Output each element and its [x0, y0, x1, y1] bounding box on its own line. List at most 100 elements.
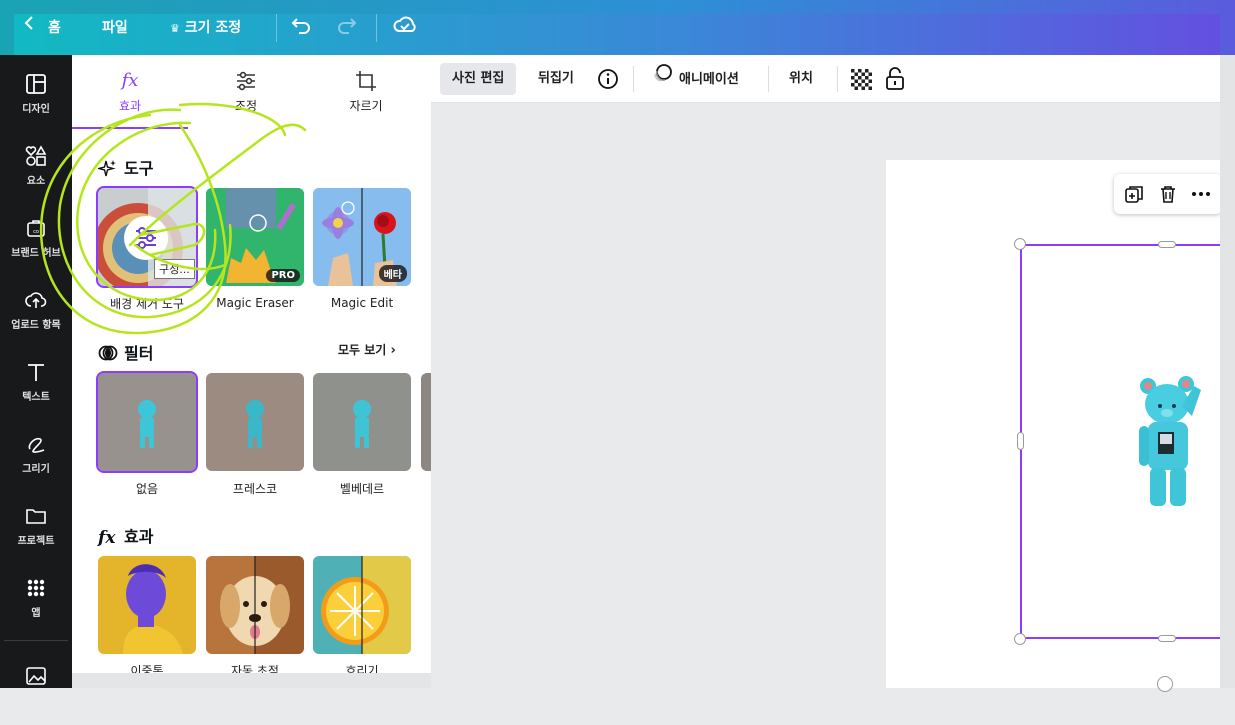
tab-label: 자르기	[349, 99, 383, 113]
edit-photo-button[interactable]: 사진 편집	[440, 63, 517, 95]
filter-thumb[interactable]	[313, 373, 411, 471]
rail-label: 그리기	[22, 464, 50, 475]
effect-thumb-autofocus[interactable]	[206, 556, 304, 654]
canvas-scrollbar[interactable]	[1220, 55, 1235, 688]
resize-handle-top-left[interactable]	[1014, 238, 1026, 250]
cloud-saved-icon[interactable]	[393, 15, 417, 35]
transparency-icon[interactable]	[851, 69, 872, 94]
image-icon	[26, 667, 46, 685]
pro-badge: PRO	[266, 269, 300, 282]
tools-title: 도구	[124, 159, 154, 178]
rail-item-uploads[interactable]: 업로드 항목	[0, 289, 72, 349]
file-menu-button[interactable]: 파일	[102, 17, 128, 37]
beta-badge: 베타	[378, 265, 407, 282]
fx-icon: fx	[121, 70, 139, 91]
flip-button[interactable]: 뒤집기	[526, 63, 586, 95]
effects-title: 효과	[124, 527, 154, 546]
tab-label: 조정	[234, 99, 258, 113]
filter-circles-icon	[98, 343, 118, 367]
duplicate-icon[interactable]	[1124, 184, 1144, 208]
floating-element-menu	[1114, 174, 1222, 214]
rail-label: 텍스트	[22, 392, 50, 403]
sparkles-icon	[96, 159, 118, 181]
effect-thumb-duotone[interactable]	[98, 556, 196, 654]
effect-thumb-blur[interactable]	[313, 556, 411, 654]
filter-label: 없음	[135, 482, 159, 496]
tab-effects[interactable]: fx 효과	[72, 69, 188, 114]
svg-text:co: co	[33, 229, 39, 235]
see-all-label: 모두 보기	[338, 343, 387, 357]
rail-item-draw[interactable]: 그리기	[0, 433, 72, 493]
resize-handle-bottom-left[interactable]	[1014, 633, 1026, 645]
position-button[interactable]: 위치	[777, 63, 825, 95]
edit-photo-panel: fx 효과 조정 자르기 도구 배경 제거 도구 PRO Magic Erase…	[72, 55, 431, 688]
rotate-handle-icon[interactable]	[1157, 676, 1173, 692]
divider	[633, 66, 634, 92]
filters-section-title: 필터	[98, 340, 153, 367]
tab-adjust[interactable]: 조정	[188, 69, 304, 114]
unlock-icon[interactable]	[885, 67, 905, 95]
active-tab-indicator	[72, 127, 188, 129]
rail-label: 프로젝트	[17, 536, 55, 547]
rail-label: 업로드 항목	[11, 320, 61, 331]
tab-crop[interactable]: 자르기	[308, 69, 424, 114]
chevron-right-icon: ›	[390, 343, 396, 358]
tool-label: Magic Eraser	[216, 296, 294, 310]
see-all-filters-link[interactable]: 모두 보기 ›	[338, 341, 396, 358]
top-bar: 홈 파일 ♛ 크기 조정	[0, 0, 1235, 55]
tools-section-title: 도구	[96, 155, 154, 181]
divider	[837, 66, 838, 92]
resize-handle-bottom[interactable]	[1158, 635, 1176, 642]
animate-icon	[653, 63, 673, 96]
filter-label: 프레스코	[232, 482, 278, 496]
tool-label: Magic Edit	[330, 296, 394, 310]
rail-item-brand-hub[interactable]: co 브랜드 허브	[0, 217, 72, 277]
back-chevron-icon[interactable]	[24, 15, 34, 31]
rail-item-design[interactable]: 디자인	[0, 73, 72, 133]
draw-icon	[28, 437, 45, 453]
folder-icon	[26, 509, 46, 524]
apps-icon	[27, 579, 45, 597]
resize-button[interactable]: ♛ 크기 조정	[170, 17, 241, 37]
more-options-icon[interactable]	[1190, 184, 1212, 208]
home-button[interactable]: 홈	[48, 17, 61, 37]
undo-icon[interactable]	[290, 16, 312, 34]
animate-button[interactable]: 애니메이션	[641, 63, 751, 95]
animate-label: 애니메이션	[679, 72, 739, 87]
redo-icon[interactable]	[336, 16, 358, 34]
rail-label: 앱	[31, 608, 41, 619]
rail-item-apps[interactable]: 앱	[0, 577, 72, 637]
rail-label: 디자인	[22, 104, 50, 115]
info-icon[interactable]	[597, 68, 619, 94]
rail-item-photos[interactable]	[0, 665, 72, 725]
rail-item-text[interactable]: 텍스트	[0, 361, 72, 421]
rail-item-projects[interactable]: 프로젝트	[0, 505, 72, 565]
trash-icon[interactable]	[1158, 184, 1178, 208]
filter-label: 벨베데르	[339, 482, 385, 496]
magic-eraser-thumb[interactable]: PRO	[206, 188, 304, 286]
panel-scrollbar-track[interactable]	[72, 673, 431, 688]
filter-thumb-partial[interactable]	[421, 373, 431, 471]
rail-item-elements[interactable]: 요소	[0, 145, 72, 205]
filter-thumb[interactable]	[206, 373, 304, 471]
selection-frame[interactable]	[1020, 244, 1235, 639]
magic-edit-thumb[interactable]: 베타	[313, 188, 411, 286]
filters-title: 필터	[124, 344, 154, 363]
resize-label: 크기 조정	[184, 20, 242, 36]
tooltip: 구성...	[154, 259, 195, 279]
context-toolbar: 사진 편집 뒤집기 애니메이션 위치	[431, 55, 1220, 103]
sliders-icon	[237, 71, 255, 91]
filter-thumb[interactable]	[96, 371, 198, 473]
rail-label: 요소	[26, 176, 46, 187]
upload-icon	[25, 292, 47, 308]
divider	[376, 14, 377, 42]
resize-handle-left[interactable]	[1017, 432, 1024, 450]
crop-icon	[356, 71, 376, 91]
tab-label: 효과	[118, 99, 142, 113]
brand-icon: co	[27, 220, 45, 237]
layout-icon	[26, 74, 46, 94]
resize-handle-top[interactable]	[1158, 241, 1176, 248]
divider	[768, 66, 769, 92]
divider	[276, 14, 277, 42]
shapes-icon	[25, 145, 47, 166]
